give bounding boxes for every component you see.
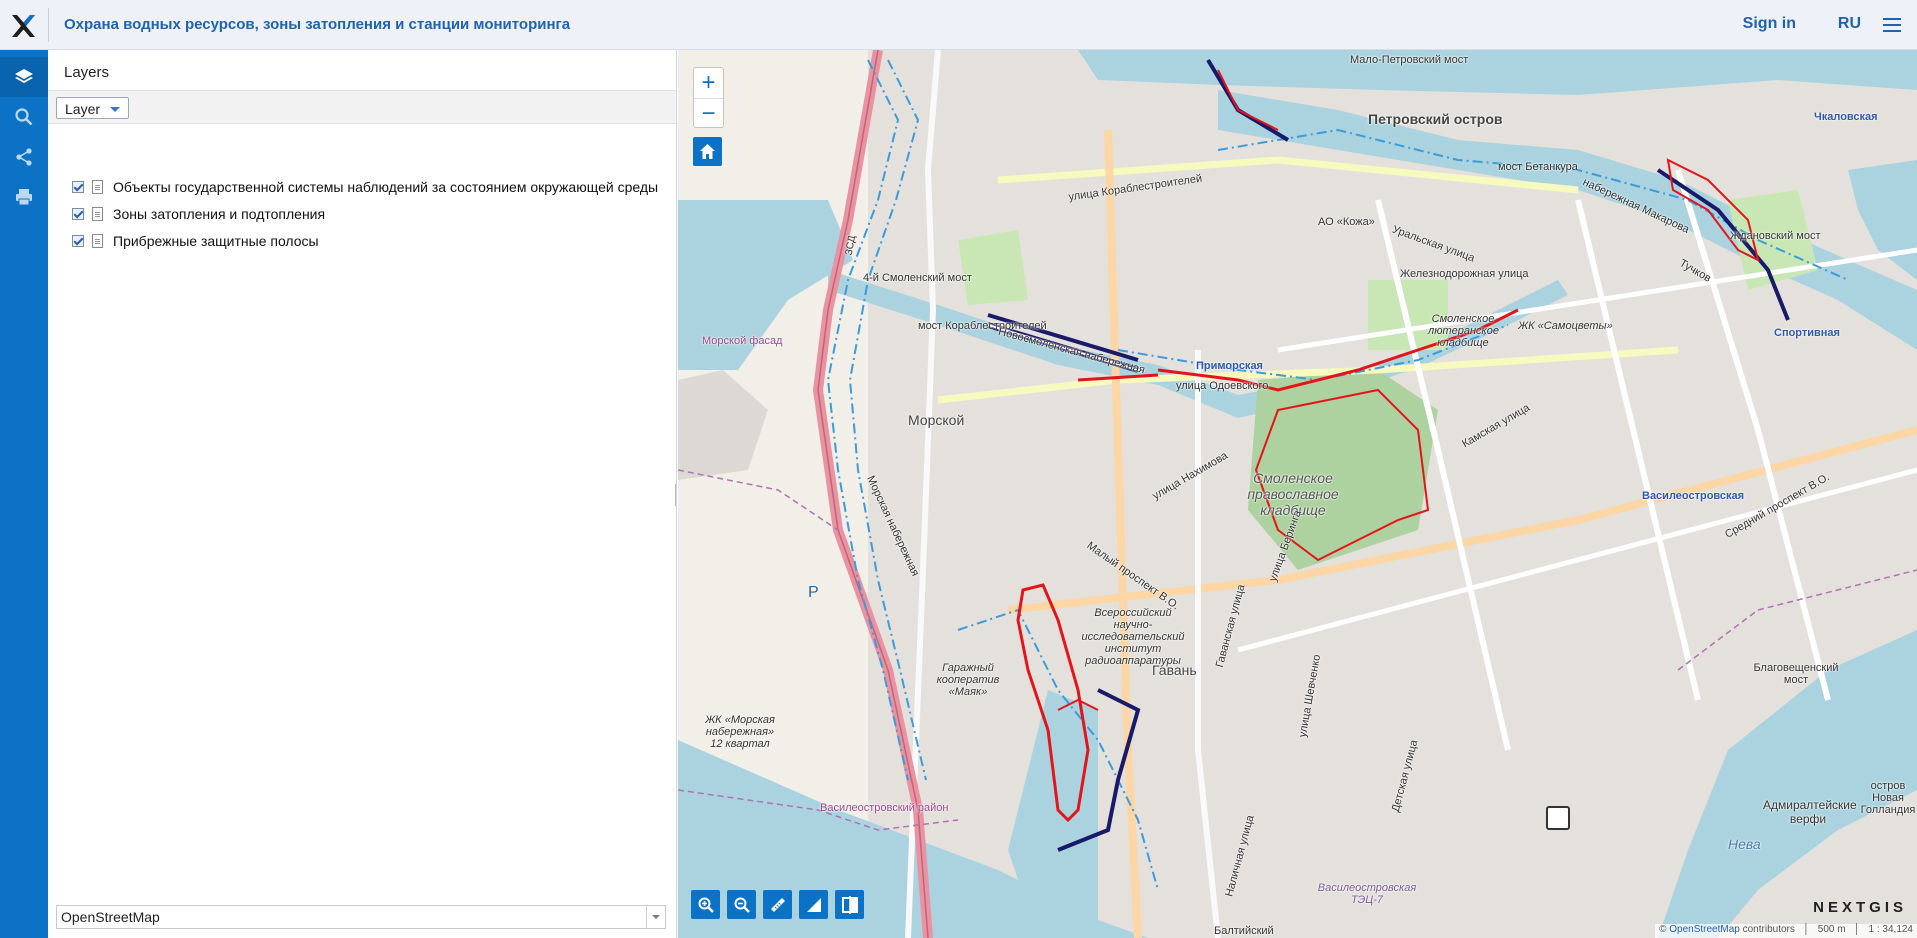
layers-icon [15,69,33,83]
map-label: ЖК «Самоцветы» [1518,320,1613,332]
map-label: Петровский остров [1368,111,1503,127]
map-label: Морской [908,412,965,428]
header-divider [48,8,49,42]
zoom-in-button[interactable]: + [694,68,723,98]
chevron-down-icon [646,906,665,928]
zoom-out-icon [734,897,750,913]
road-label: Железнодорожная улица [1400,268,1529,280]
menu-icon[interactable] [1883,18,1901,32]
area-measure-icon [806,897,821,912]
map-label: Гаражный кооператив «Маяк» [936,662,1000,698]
sign-in-link[interactable]: Sign in [1743,15,1796,33]
metro-label: Чкаловская [1814,111,1878,123]
zoom-out-button[interactable]: − [694,98,723,129]
map-label: Василеостровская ТЭЦ-7 [1317,882,1417,906]
layer-menu-label: Layer [65,101,101,117]
measure-area-button[interactable] [799,890,828,919]
search-icon [15,108,33,126]
home-extent-button[interactable] [693,137,722,166]
map-label: Василеостровский район [820,802,949,814]
road-label: улица Одоевского [1176,380,1269,392]
layer-label: Объекты государственной системы наблюден… [113,179,659,195]
panel-title: Layers [64,64,110,81]
basemap-value: OpenStreetMap [61,909,160,925]
layers-tab-button[interactable] [0,57,48,97]
map-label: АО «Кожа» [1318,216,1375,228]
nextgis-logo-icon[interactable] [9,12,37,40]
map-label: Всероссийский научно-исследовательский и… [1081,607,1185,667]
layers-panel: Layers Layer Объекты государственной сис… [48,50,677,938]
swipe-icon [841,895,858,914]
scale-ratio: 1 : 34,124 [1868,924,1913,935]
scale-bar: 500 m [1817,924,1846,935]
app-header: Охрана водных ресурсов, зоны затопления … [0,0,1917,50]
layer-item[interactable]: Объекты государственной системы наблюден… [72,177,658,197]
language-switch[interactable]: RU [1838,15,1861,33]
map-label: остров Новая Голландия [1860,780,1916,816]
metro-label: Спортивная [1774,327,1840,339]
map-label: Балтийский [1214,925,1274,937]
swipe-compare-button[interactable] [835,890,864,919]
layer-item[interactable]: Зоны затопления и подтопления [72,204,325,224]
zoom-control: + − [693,67,724,128]
chevron-down-icon [110,107,121,112]
sidebar [0,50,48,938]
map-label: Смоленское лютеранское кладбище [1428,313,1499,349]
map-label: Мало-Петровский мост [1350,54,1469,66]
zoom-in-icon [698,897,714,913]
layer-item[interactable]: Прибрежные защитные полосы [72,231,319,251]
layer-document-icon [92,234,103,248]
metro-label: Приморская [1196,360,1263,372]
share-tab-button[interactable] [0,137,48,177]
map-label: Ждановский мост [1730,230,1821,242]
ruler-icon [770,897,785,912]
map-label: Адмиралтейские верфи [1763,798,1857,826]
map-label: Благовещенский мост [1753,662,1839,686]
layer-checkbox[interactable] [72,208,84,220]
map-label: Нева [1728,836,1761,852]
print-icon [16,189,32,206]
home-icon [700,144,715,159]
zoom-in-box-button[interactable] [691,890,720,919]
parking-icon: P [808,584,819,601]
basemap-select[interactable]: OpenStreetMap [56,905,666,929]
layer-checkbox[interactable] [72,235,84,247]
map-view[interactable]: Мало-Петровский мост Петровский остров Ч… [678,50,1917,938]
layer-label: Зоны затопления и подтопления [113,206,326,222]
map-label: мост Кораблестроителей [918,320,1047,332]
map-label: мост Бетанкура [1498,161,1578,173]
zoom-out-box-button[interactable] [727,890,756,919]
attribution-prefix: © [1659,924,1667,935]
osm-attribution-link[interactable]: OpenStreetMap [1669,924,1740,935]
layers-toolbar: Layer [48,90,676,124]
map-attribution: © OpenStreetMap contributors │ 500 m │ 1… [1655,924,1917,938]
legend-toggle-icon[interactable] [1546,806,1570,830]
map-label: Морской фасад [702,335,783,347]
share-icon [16,148,32,166]
layer-document-icon [92,207,103,221]
app-title: Охрана водных ресурсов, зоны затопления … [64,16,571,33]
search-tab-button[interactable] [0,97,48,137]
print-tab-button[interactable] [0,177,48,217]
attribution-suffix: contributors [1742,924,1795,935]
layer-label: Прибрежные защитные полосы [113,233,319,249]
layer-checkbox[interactable] [72,181,84,193]
metro-label: Василеостровская [1642,490,1745,502]
map-label: 4-й Смоленский мост [863,272,972,284]
measure-distance-button[interactable] [763,890,792,919]
map-label: ЖК «Морская набережная» 12 квартал [705,714,775,750]
layer-menu-button[interactable]: Layer [56,97,130,119]
layer-document-icon [92,180,103,194]
nextgis-brand: NEXTGIS [1813,899,1907,916]
